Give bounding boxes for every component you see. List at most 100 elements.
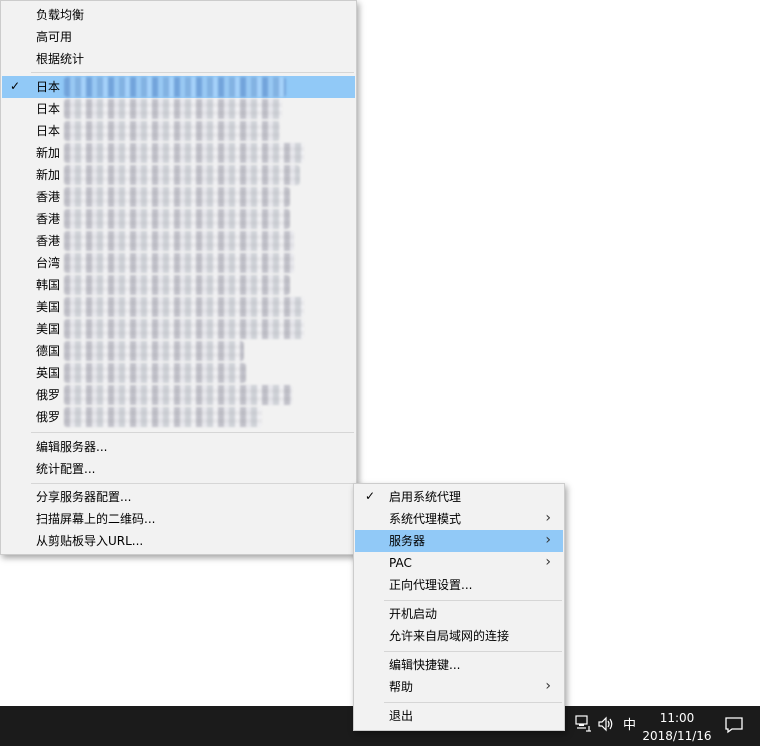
server-item[interactable]: 新加 [2,142,355,164]
menu-item-label: 帮助 [389,680,414,694]
chevron-right-icon: › [545,532,551,548]
server-item[interactable]: 美国 [2,318,355,340]
menu-item-label: 启用系统代理 [389,490,462,504]
menu-item-stats-config[interactable]: 统计配置... [2,458,355,480]
ime-indicator[interactable]: 中 [623,718,636,734]
menu-item-by-statistics[interactable]: 根据统计 [2,48,355,70]
menu-separator [384,702,562,703]
redacted-server-name [64,231,294,251]
menu-item-label: 系统代理模式 [389,512,462,526]
server-name: 台湾 [36,256,61,270]
tray-context-menu: ✓ 启用系统代理 系统代理模式 › 服务器 › PAC › 正向代理设置... … [353,483,565,731]
redacted-server-name [64,253,294,273]
menu-item-high-availability[interactable]: 高可用 [2,26,355,48]
menu-item-pac[interactable]: PAC › [355,552,563,574]
server-item[interactable]: 俄罗 [2,384,355,406]
menu-item-label: 从剪贴板导入URL... [36,534,144,548]
volume-icon[interactable] [597,715,615,738]
server-submenu: 负载均衡 高可用 根据统计 ✓ 日本 日本 日本 新加 新加 香港 香港 香港 … [0,0,357,555]
menu-item-label: 编辑服务器... [36,440,108,454]
redacted-server-name [64,77,286,97]
menu-item-label: 编辑快捷键... [389,658,461,672]
server-name: 新加 [36,168,61,182]
menu-item-label: PAC [389,556,412,570]
server-name: 俄罗 [36,410,61,424]
menu-item-label: 统计配置... [36,462,96,476]
server-item[interactable]: 香港 [2,230,355,252]
server-name: 香港 [36,212,61,226]
clock-time: 11:00 [659,711,695,725]
menu-item-label: 高可用 [36,30,73,44]
network-icon[interactable] [574,714,592,737]
volume-icon-svg [598,716,613,732]
server-item[interactable]: 德国 [2,340,355,362]
chevron-right-icon: › [545,510,551,526]
menu-item-quit[interactable]: 退出 [355,705,563,727]
server-item[interactable]: 俄罗 [2,406,355,428]
menu-item-servers[interactable]: 服务器 › [355,530,563,552]
server-name: 韩国 [36,278,61,292]
menu-item-enable-system-proxy[interactable]: ✓ 启用系统代理 [355,486,563,508]
menu-separator [384,600,562,601]
menu-item-edit-hotkeys[interactable]: 编辑快捷键... [355,654,563,676]
menu-item-share-config[interactable]: 分享服务器配置... [2,486,355,508]
server-name: 俄罗 [36,388,61,402]
menu-item-help[interactable]: 帮助 › [355,676,563,698]
menu-item-forward-proxy[interactable]: 正向代理设置... [355,574,563,596]
check-icon: ✓ [10,79,21,93]
redacted-server-name [64,297,304,317]
server-item[interactable]: 韩国 [2,274,355,296]
server-item[interactable]: ✓ 日本 [2,76,355,98]
menu-separator [384,651,562,652]
menu-item-label: 退出 [389,709,414,723]
menu-item-label: 分享服务器配置... [36,490,132,504]
server-item[interactable]: 新加 [2,164,355,186]
menu-item-label: 根据统计 [36,52,85,66]
redacted-server-name [64,209,290,229]
server-item[interactable]: 英国 [2,362,355,384]
action-center-icon-svg [725,717,743,734]
server-item[interactable]: 香港 [2,208,355,230]
menu-item-label: 服务器 [389,534,426,548]
menu-item-scan-qr[interactable]: 扫描屏幕上的二维码... [2,508,355,530]
redacted-server-name [64,99,282,119]
server-name: 香港 [36,190,61,204]
menu-item-label: 扫描屏幕上的二维码... [36,512,156,526]
menu-separator [31,483,354,484]
server-item[interactable]: 香港 [2,186,355,208]
server-name: 香港 [36,234,61,248]
action-center-icon[interactable] [724,715,744,740]
menu-item-edit-servers[interactable]: 编辑服务器... [2,436,355,458]
clock[interactable]: 11:00 2018/11/16 [638,710,716,744]
server-name: 德国 [36,344,61,358]
server-name: 英国 [36,366,61,380]
server-item[interactable]: 美国 [2,296,355,318]
server-name: 日本 [36,102,61,116]
menu-item-proxy-mode[interactable]: 系统代理模式 › [355,508,563,530]
menu-separator [31,432,354,433]
menu-item-autostart[interactable]: 开机启动 [355,603,563,625]
server-name: 新加 [36,146,61,160]
redacted-server-name [64,275,290,295]
redacted-server-name [64,187,290,207]
menu-item-allow-lan[interactable]: 允许来自局域网的连接 [355,625,563,647]
server-name: 日本 [36,124,61,138]
server-name: 日本 [36,80,61,94]
menu-item-label: 负载均衡 [36,8,85,22]
menu-item-import-url[interactable]: 从剪贴板导入URL... [2,530,355,552]
redacted-server-name [64,165,300,185]
redacted-server-name [64,385,292,405]
menu-item-label: 开机启动 [389,607,438,621]
server-item[interactable]: 日本 [2,120,355,142]
redacted-server-name [64,121,280,141]
menu-item-label: 允许来自局域网的连接 [389,629,510,643]
server-item[interactable]: 台湾 [2,252,355,274]
chevron-right-icon: › [545,678,551,694]
redacted-server-name [64,407,262,427]
redacted-server-name [64,341,244,361]
server-name: 美国 [36,322,61,336]
menu-item-load-balance[interactable]: 负载均衡 [2,4,355,26]
chevron-right-icon: › [545,554,551,570]
server-item[interactable]: 日本 [2,98,355,120]
redacted-server-name [64,319,304,339]
